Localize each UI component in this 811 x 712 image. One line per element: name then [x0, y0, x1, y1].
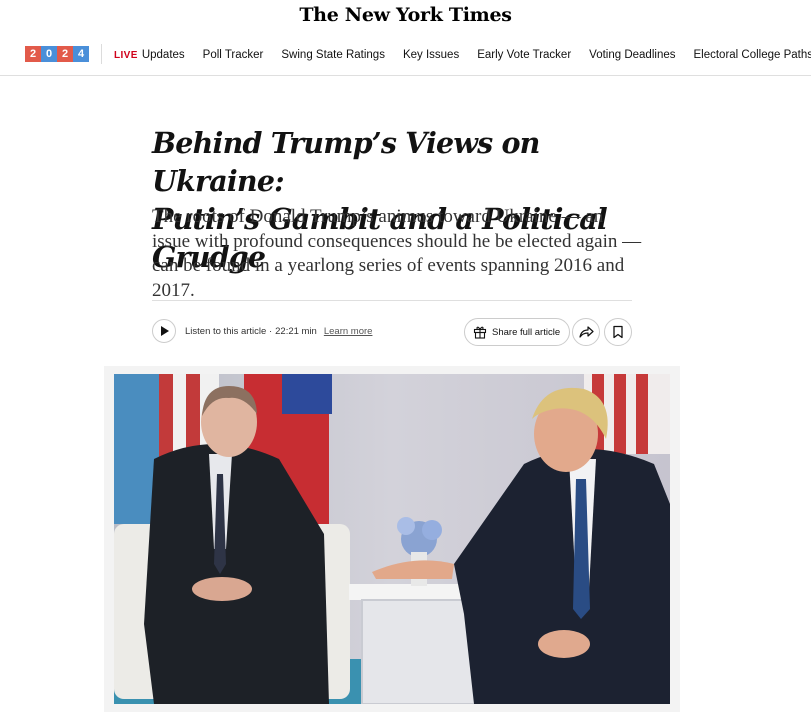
play-button[interactable]	[152, 319, 176, 343]
nav-items: LIVE Updates Poll Tracker Swing State Rat…	[114, 34, 811, 76]
nav-item-key-issues[interactable]: Key Issues	[403, 49, 459, 61]
bookmark-button[interactable]	[604, 318, 632, 346]
nav-item-swing-state-ratings[interactable]: Swing State Ratings	[281, 49, 385, 61]
badge-digit: 0	[41, 46, 57, 62]
headline-line-1: Behind Trump’s Views on Ukraine:	[152, 126, 540, 198]
share-arrow-icon	[579, 326, 594, 338]
nav-item-live-updates[interactable]: LIVE Updates	[114, 49, 185, 61]
article-lead-photo	[114, 374, 670, 704]
nyt-logo[interactable]: The New York Times	[299, 4, 512, 26]
nav-item-poll-tracker[interactable]: Poll Tracker	[203, 49, 264, 61]
nav-item-electoral-college-paths[interactable]: Electoral College Paths	[693, 49, 811, 61]
divider	[152, 300, 632, 301]
share-button[interactable]	[572, 318, 600, 346]
play-icon	[161, 326, 169, 336]
nav-item-voting-deadlines[interactable]: Voting Deadlines	[589, 49, 675, 61]
share-full-article-button[interactable]: Share full article	[464, 318, 571, 346]
photo-illustration	[114, 374, 670, 704]
badge-digit: 4	[73, 46, 89, 62]
article-summary: The roots of Donald Trump’s animus towar…	[152, 206, 642, 301]
nav-item-label: Updates	[141, 49, 185, 61]
share-full-article-label: Share full article	[492, 326, 561, 338]
election-nav-bar: 2 0 2 4 LIVE Updates Poll Tracker Swing S…	[0, 34, 811, 76]
election-2024-badge[interactable]: 2 0 2 4	[25, 46, 89, 62]
gift-icon	[473, 326, 487, 339]
learn-more-link[interactable]: Learn more	[324, 326, 373, 337]
audio-player: Listen to this article · 22:21 min Learn…	[152, 318, 372, 344]
listen-label: Listen to this article ·	[185, 325, 273, 337]
badge-digit: 2	[25, 46, 41, 62]
nav-divider	[101, 44, 102, 64]
audio-duration: 22:21 min	[275, 325, 317, 337]
masthead: The New York Times	[0, 0, 811, 34]
badge-digit: 2	[57, 46, 73, 62]
bookmark-icon	[613, 325, 623, 339]
live-label: LIVE	[114, 50, 138, 61]
nav-item-early-vote-tracker[interactable]: Early Vote Tracker	[477, 49, 571, 61]
